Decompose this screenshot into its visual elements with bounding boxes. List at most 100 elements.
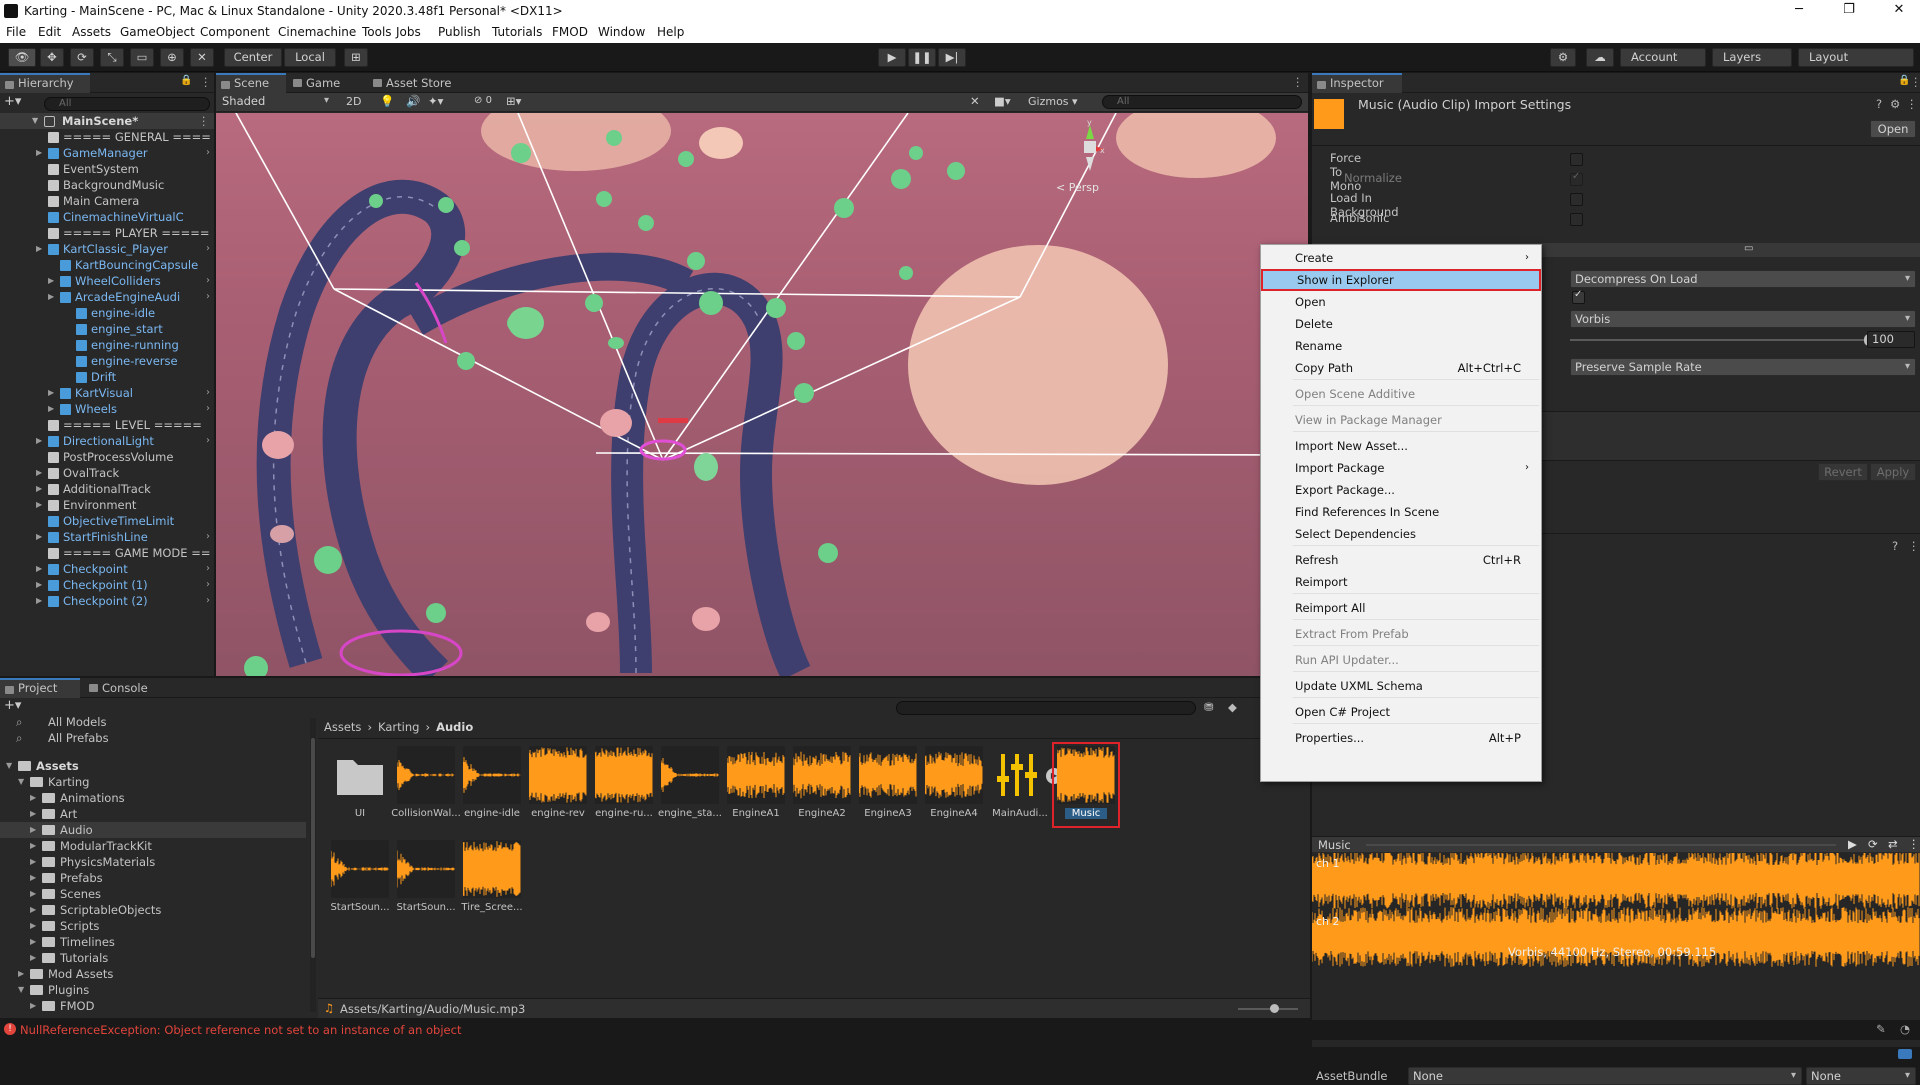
audio-icon[interactable]: 🔊 [406,94,420,108]
context-menu-item[interactable]: Refresh Ctrl+R [1261,549,1541,571]
status-error-message[interactable]: NullReferenceException: Object reference… [20,1023,461,1037]
tools-icon[interactable]: ✕ [970,94,980,108]
expand-arrow-icon[interactable]: ▶ [36,433,42,449]
effects-icon[interactable]: ✦▾ [428,94,443,108]
project-folder-item[interactable]: ▶ Mod Assets [0,966,306,982]
context-menu-item[interactable]: Update UXML Schema [1261,675,1541,697]
transform-tool-icon[interactable]: ⊕ [160,48,184,67]
menu-file[interactable]: File [6,25,26,39]
asset-item[interactable]: engine-ru... [594,746,654,819]
camera-icon[interactable]: ■▾ [994,94,1011,108]
hierarchy-item[interactable]: Main Camera [0,193,214,209]
more-menu-icon[interactable]: ⋮ [1910,75,1920,89]
expand-arrow-icon[interactable]: ▶ [30,790,36,806]
hierarchy-item[interactable]: engine-reverse [0,353,214,369]
prefab-open-icon[interactable]: › [206,529,210,545]
hierarchy-item[interactable]: engine_start [0,321,214,337]
account-dropdown[interactable]: Account [1620,48,1706,67]
menu-tools[interactable]: Tools [362,25,392,39]
hierarchy-search-input[interactable]: All [44,97,210,111]
pause-button[interactable]: ❚❚ [908,48,936,67]
hierarchy-item[interactable]: EventSystem [0,161,214,177]
expand-arrow-icon[interactable]: ▼ [18,982,24,998]
project-folder-item[interactable]: ▶ Prefabs [0,870,306,886]
inspector-checkbox[interactable] [1570,193,1583,206]
expand-arrow-icon[interactable]: ▶ [48,385,54,401]
filter-type-icon[interactable]: ⛃ [1204,700,1214,714]
prefab-open-icon[interactable]: › [206,145,210,161]
context-menu-item[interactable]: Import New Asset... [1261,435,1541,457]
hierarchy-item[interactable]: ▶ KartClassic_Player › [0,241,214,257]
revert-button[interactable]: Revert [1818,463,1868,481]
expand-arrow-icon[interactable]: ▶ [36,497,42,513]
help-icon[interactable]: ? [1876,97,1882,111]
more-menu-icon[interactable]: ⋮ [1906,97,1918,111]
expand-arrow-icon[interactable]: ▼ [6,758,12,774]
expand-arrow-icon[interactable]: ▶ [18,966,24,982]
more-menu-icon[interactable]: ⋮ [1908,539,1920,553]
asset-item[interactable]: StartSoun... [396,840,456,913]
hierarchy-item[interactable]: ▶ WheelColliders › [0,273,214,289]
project-folder-item[interactable]: ▶ Timelines [0,934,306,950]
tag-icon[interactable] [1898,1049,1912,1059]
project-folder-item[interactable]: ▼ Karting [0,774,306,790]
more-menu-icon[interactable]: ⋮ [1908,837,1920,851]
prefab-open-icon[interactable]: › [206,593,210,609]
sample-rate-dropdown[interactable]: Preserve Sample Rate [1570,358,1916,376]
expand-arrow-icon[interactable]: ▶ [30,838,36,854]
hierarchy-item[interactable]: Drift [0,369,214,385]
expand-arrow-icon[interactable]: ▶ [30,886,36,902]
expand-arrow-icon[interactable]: ▶ [30,806,36,822]
inspector-checkbox[interactable]: ✓ [1570,171,1583,186]
orientation-gizmo[interactable]: x y [1064,118,1116,177]
preload-audio-checkbox[interactable]: ✓ [1572,289,1585,304]
tab-hierarchy[interactable]: Hierarchy [0,73,90,93]
persp-label[interactable]: < Persp [1056,181,1099,194]
menu-component[interactable]: Component [200,25,270,39]
expand-arrow-icon[interactable]: ▶ [30,998,36,1014]
asset-item[interactable]: EngineA3 [858,746,918,819]
asset-item[interactable]: engine-idle [462,746,522,819]
layout-dropdown[interactable]: Layout [1798,48,1914,67]
context-menu-item[interactable]: Create › [1261,247,1541,269]
context-menu-item[interactable]: Reimport All [1261,597,1541,619]
breadcrumb-item[interactable]: Karting [378,720,419,734]
prefab-open-icon[interactable]: › [206,241,210,257]
project-folder-item[interactable]: ▶ FMOD [0,998,306,1014]
expand-arrow-icon[interactable]: ▶ [48,273,54,289]
hierarchy-item[interactable]: ▶ Environment [0,497,214,513]
expand-arrow-icon[interactable]: ▼ [18,774,24,790]
hierarchy-item[interactable]: ▶ AdditionalTrack [0,481,214,497]
asset-item[interactable]: UI [330,746,390,819]
pivot-local-button[interactable]: Local [284,48,336,67]
2d-toggle[interactable]: 2D [346,95,361,108]
project-folder-item[interactable]: ▶ Audio [0,822,306,838]
tab-console[interactable]: Console [84,678,164,698]
menu-fmod[interactable]: FMOD [552,25,588,39]
waveform-preview[interactable]: ch 1 ch 2 Vorbis, 44100 Hz, Stereo, 00:5… [1312,853,1920,1047]
expand-arrow-icon[interactable]: ▶ [36,561,42,577]
prefab-open-icon[interactable]: › [206,289,210,305]
add-object-button[interactable]: +▾ [4,94,21,109]
asset-item[interactable]: engine-rev [528,746,588,819]
platform-standalone-icon[interactable]: ▭ [1744,243,1753,254]
hierarchy-item[interactable]: ▶ Checkpoint › [0,561,214,577]
context-menu-item[interactable]: Open [1261,291,1541,313]
project-folder-item[interactable]: ▶ Scenes [0,886,306,902]
menu-gameobject[interactable]: GameObject [120,25,195,39]
rotate-tool-icon[interactable]: ⟳ [70,48,94,67]
context-menu-item[interactable]: Export Package... [1261,479,1541,501]
project-folder-item[interactable]: ▼ Plugins [0,982,306,998]
project-folder-item[interactable]: ▶ Tutorials [0,950,306,966]
shading-dropdown[interactable]: Shaded [218,93,334,111]
expand-arrow-icon[interactable]: ▶ [36,593,42,609]
hierarchy-item[interactable]: ObjectiveTimeLimit [0,513,214,529]
expand-arrow-icon[interactable]: ▶ [30,902,36,918]
project-folder-item[interactable]: ▼ Assets [0,758,306,774]
play-preview-icon[interactable]: ▶ [1848,837,1857,851]
open-button[interactable]: Open [1870,120,1916,138]
hierarchy-item[interactable]: CinemachineVirtualC [0,209,214,225]
filter-label-icon[interactable]: ◆ [1228,700,1237,714]
more-menu-icon[interactable]: ⋮ [200,75,212,89]
hierarchy-item[interactable]: ▶ Wheels › [0,401,214,417]
